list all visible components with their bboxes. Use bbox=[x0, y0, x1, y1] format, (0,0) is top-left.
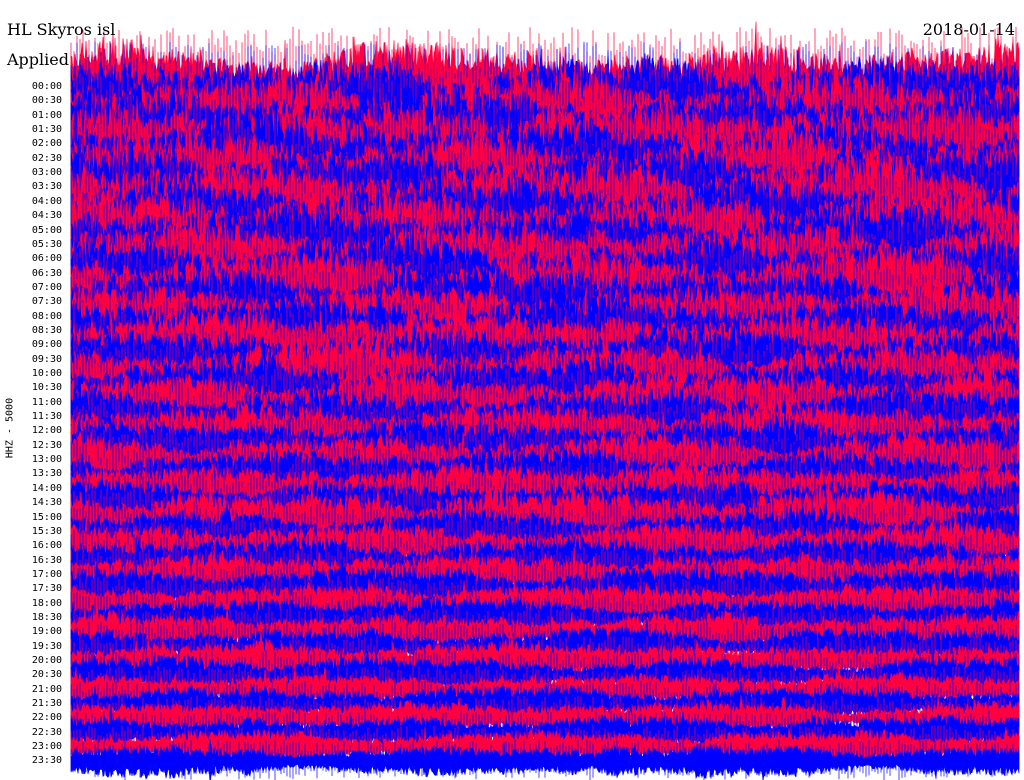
time-label: 11:30 bbox=[31, 411, 62, 423]
time-label: 04:30 bbox=[31, 210, 62, 222]
time-label: 13:00 bbox=[31, 454, 62, 466]
time-label: 00:00 bbox=[31, 81, 62, 92]
time-label: 16:30 bbox=[31, 554, 62, 566]
time-label: 01:00 bbox=[31, 109, 62, 121]
helicorder-plot: HL Skyros isl 2018-01-14 Applied HHZ - 5… bbox=[0, 0, 1024, 780]
time-label: 13:30 bbox=[31, 468, 62, 480]
time-label: 23:00 bbox=[31, 741, 62, 753]
time-label: 12:30 bbox=[31, 439, 62, 451]
time-label: 00:30 bbox=[31, 95, 62, 107]
time-label: 19:30 bbox=[31, 640, 62, 652]
time-axis: 00:00 00:30 01:00 01:30 02:00 02:30 03:00 03:30… bbox=[0, 0, 70, 780]
time-label: 05:30 bbox=[31, 238, 62, 250]
time-label: 05:00 bbox=[31, 224, 62, 236]
time-label: 04:00 bbox=[31, 195, 62, 207]
time-label: 12:00 bbox=[31, 425, 62, 437]
plot-date: 2018-01-14 bbox=[922, 20, 1015, 39]
time-label: 07:30 bbox=[31, 296, 62, 308]
time-label: 01:30 bbox=[31, 124, 62, 136]
time-label: 09:00 bbox=[31, 339, 62, 351]
seismic-traces bbox=[70, 21, 1020, 780]
time-label: 06:00 bbox=[31, 253, 62, 265]
time-label: 15:30 bbox=[31, 525, 62, 537]
time-label: 14:00 bbox=[31, 482, 62, 494]
time-label: 14:30 bbox=[31, 497, 62, 509]
time-label: 15:00 bbox=[31, 511, 62, 523]
time-label: 08:30 bbox=[31, 324, 62, 336]
time-label: 09:30 bbox=[31, 353, 62, 365]
time-label: 20:00 bbox=[31, 655, 62, 666]
time-label: 08:00 bbox=[31, 310, 62, 322]
time-label: 19:00 bbox=[31, 626, 62, 638]
time-label: 06:30 bbox=[31, 267, 62, 279]
time-label: 10:30 bbox=[31, 382, 62, 394]
time-label: 18:30 bbox=[31, 611, 62, 623]
time-label: 21:30 bbox=[31, 698, 62, 710]
time-label: 03:30 bbox=[31, 181, 62, 193]
time-label: 16:00 bbox=[31, 540, 62, 552]
time-label: 20:30 bbox=[31, 669, 62, 681]
time-label: 17:00 bbox=[31, 568, 62, 580]
time-label: 23:30 bbox=[31, 755, 62, 767]
time-label: 17:30 bbox=[31, 583, 62, 595]
time-label: 22:30 bbox=[31, 726, 62, 738]
time-label: 11:00 bbox=[31, 396, 62, 408]
time-label: 21:00 bbox=[31, 683, 62, 695]
time-label: 02:00 bbox=[31, 138, 62, 150]
time-label: 18:00 bbox=[31, 597, 62, 609]
time-label: 10:00 bbox=[31, 368, 62, 379]
time-label: 22:00 bbox=[31, 712, 62, 724]
time-label: 03:00 bbox=[31, 167, 62, 179]
time-label: 07:00 bbox=[31, 281, 62, 293]
time-label: 02:30 bbox=[31, 152, 62, 164]
